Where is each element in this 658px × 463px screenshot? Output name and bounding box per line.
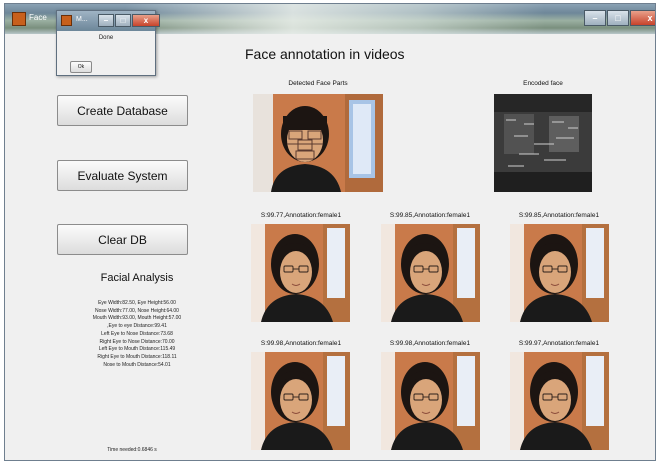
dialog-window-controls: – □ x bbox=[97, 14, 160, 27]
matlab-app-icon bbox=[12, 12, 26, 26]
main-window-title: Face bbox=[29, 13, 47, 22]
facial-analysis-heading: Facial Analysis bbox=[100, 272, 174, 284]
page-title: Face annotation in videos bbox=[245, 46, 405, 62]
result-caption: S:99.98,Annotation:female1 bbox=[389, 340, 471, 347]
measurement-line: ,Eye to eye Distance:99.41 bbox=[107, 323, 167, 330]
measurement-line: Right Eye to Nose Distance:70.00 bbox=[99, 338, 175, 345]
result-face-image bbox=[251, 352, 350, 450]
result-face-image bbox=[510, 224, 609, 322]
encoded-face-image bbox=[494, 94, 592, 192]
ok-button[interactable]: Ok bbox=[70, 61, 92, 73]
clear-db-button[interactable]: Clear DB bbox=[57, 224, 188, 255]
titlebar-background bbox=[125, 4, 545, 34]
result-face-image bbox=[381, 352, 480, 450]
detected-face-parts-image bbox=[253, 94, 383, 192]
result-face-image bbox=[510, 352, 609, 450]
result-caption: S:99.77,Annotation:female1 bbox=[260, 212, 342, 219]
dialog-title: M... bbox=[76, 16, 88, 23]
main-window-controls: – □ x bbox=[583, 10, 655, 26]
dialog-titlebar[interactable]: M... – □ x bbox=[57, 11, 160, 31]
measurement-line: Mouth Width:93.00, Mouth Height:57.00 bbox=[92, 315, 182, 322]
result-face-image bbox=[381, 224, 480, 322]
measurement-line: Nose to Mouth Distance:54.01 bbox=[103, 361, 171, 368]
close-button[interactable]: x bbox=[630, 10, 655, 26]
detected-face-parts-caption: Detected Face Parts bbox=[288, 80, 348, 87]
facial-analysis-measurements: Eye Width:82.50, Eye Height:56.00 Nose W… bbox=[67, 300, 207, 369]
result-face-image bbox=[251, 224, 350, 322]
time-needed-label: Time needed:0.6846 s bbox=[107, 447, 157, 453]
maximize-button[interactable]: □ bbox=[607, 10, 629, 26]
measurement-line: Eye Width:82.50, Eye Height:56.00 bbox=[98, 300, 176, 306]
dialog-minimize-button[interactable]: – bbox=[98, 14, 114, 27]
message-dialog: M... – □ x Done Ok bbox=[56, 10, 160, 76]
matlab-app-icon bbox=[61, 15, 72, 26]
create-database-button[interactable]: Create Database bbox=[57, 95, 188, 126]
result-caption: S:99.97,Annotation:female1 bbox=[518, 340, 600, 347]
encoded-face-caption: Encoded face bbox=[523, 80, 563, 87]
dialog-close-button[interactable]: x bbox=[132, 14, 160, 27]
measurement-line: Left Eye to Nose Distance:73.68 bbox=[101, 330, 173, 337]
dialog-maximize-button[interactable]: □ bbox=[115, 14, 131, 27]
result-caption: S:99.85,Annotation:female1 bbox=[518, 212, 600, 219]
measurement-line: Right Eye to Mouth Distance:118.11 bbox=[97, 353, 177, 360]
dialog-message: Done bbox=[98, 35, 114, 41]
evaluate-system-button[interactable]: Evaluate System bbox=[57, 160, 188, 191]
result-caption: S:99.98,Annotation:female1 bbox=[260, 340, 342, 347]
result-caption: S:99.85,Annotation:female1 bbox=[389, 212, 471, 219]
minimize-button[interactable]: – bbox=[584, 10, 606, 26]
measurement-line: Left Eye to Mouth Distance:115.49 bbox=[98, 346, 176, 353]
measurement-line: Nose Width:77.00, Nose Height:64.00 bbox=[95, 307, 179, 314]
